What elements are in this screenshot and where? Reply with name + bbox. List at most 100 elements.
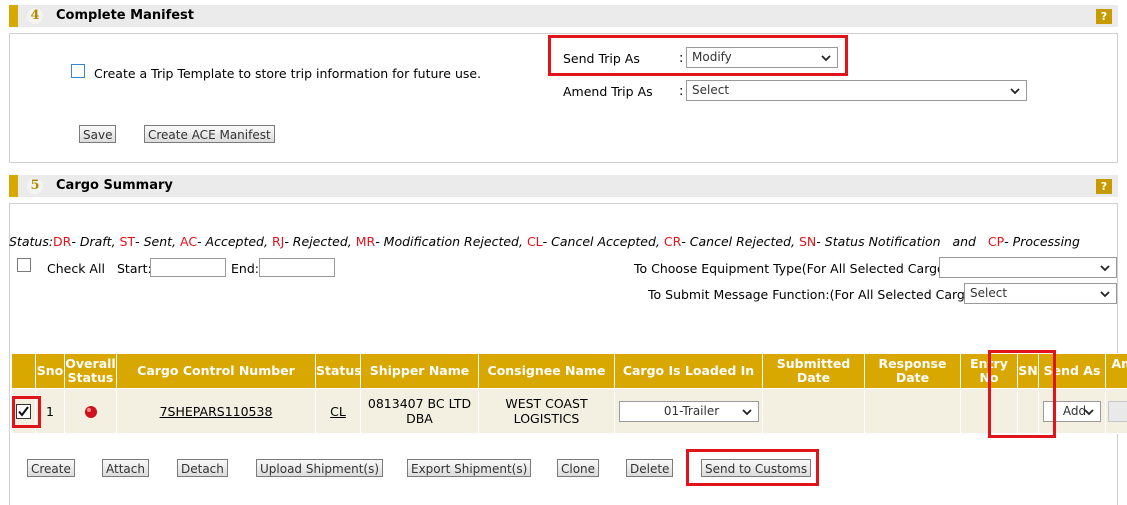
- chevron-down-icon: [821, 55, 831, 62]
- save-button[interactable]: Save: [79, 125, 117, 143]
- cargo-control-number-link[interactable]: 7SHEPARS110538: [160, 404, 273, 419]
- upload-shipments-button[interactable]: Upload Shipment(s): [256, 459, 384, 477]
- status-code: CR: [663, 234, 682, 249]
- col-sno: Sno: [35, 353, 65, 389]
- status-text: - Rejected,: [284, 234, 352, 249]
- start-input[interactable]: [150, 258, 226, 277]
- amend-as-select[interactable]: [1108, 401, 1127, 422]
- row-select-cell: [11, 388, 36, 434]
- col-entry-no: Entry No: [960, 353, 1018, 389]
- amend-as-cell: [1105, 388, 1127, 434]
- table-row: 1 7SHEPARS110538 CL 0813407 BC LTD DBA W…: [11, 388, 1127, 434]
- sn-cell: [1017, 388, 1039, 434]
- loaded-in-cell: 01-Trailer: [614, 388, 763, 434]
- help-icon[interactable]: ?: [1096, 179, 1112, 194]
- status-text: - Accepted,: [197, 234, 268, 249]
- shipper-cell: 0813407 BC LTD DBA: [360, 388, 479, 434]
- col-overall-status: Overall Status: [64, 353, 117, 389]
- table-header-row: Sno Overall Status Cargo Control Number …: [11, 353, 1127, 389]
- check-all-checkbox[interactable]: [17, 258, 31, 272]
- status-code: DR: [53, 234, 72, 249]
- trip-template-checkbox[interactable]: [71, 64, 85, 78]
- col-status: Status: [315, 353, 362, 389]
- amend-trip-colon: :: [679, 84, 684, 99]
- help-icon[interactable]: ?: [1096, 9, 1112, 24]
- entry-no-cell: [960, 388, 1018, 434]
- status-text: - Sent,: [135, 234, 177, 249]
- section-title: Cargo Summary: [56, 178, 173, 193]
- response-date-cell: [864, 388, 961, 434]
- complete-manifest-header: 4 Complete Manifest ?: [9, 5, 1118, 27]
- col-amend-as: Amend As: [1105, 353, 1127, 389]
- header-accent: [9, 175, 18, 197]
- consignee-cell: WEST COAST LOGISTICS: [478, 388, 615, 434]
- status-and: and: [952, 234, 976, 249]
- overall-status-cell: [64, 388, 117, 434]
- send-trip-value: Modify: [692, 50, 732, 64]
- message-function-select[interactable]: Select: [964, 283, 1117, 304]
- status-legend: Status:DR- Draft, ST- Sent, AC- Accepted…: [9, 234, 1080, 249]
- amend-trip-value: Select: [692, 83, 730, 97]
- status-code: MR: [355, 234, 376, 249]
- end-input[interactable]: [259, 258, 335, 277]
- create-button[interactable]: Create: [27, 459, 75, 477]
- status-text: - Modification Rejected,: [375, 234, 523, 249]
- amend-trip-select[interactable]: Select: [686, 80, 1027, 101]
- export-shipments-button[interactable]: Export Shipment(s): [407, 459, 532, 477]
- status-code: ST: [119, 234, 136, 249]
- end-label: End:: [231, 261, 259, 276]
- send-as-value: Add: [1062, 404, 1087, 418]
- loaded-in-value: 01-Trailer: [663, 404, 720, 418]
- status-code: SN: [799, 234, 817, 249]
- section-number: 5: [27, 178, 43, 194]
- col-cargo-loaded-in: Cargo Is Loaded In: [614, 353, 763, 389]
- col-consignee-name: Consignee Name: [478, 353, 615, 389]
- status-text: - Cancel Accepted,: [542, 234, 660, 249]
- create-ace-manifest-button[interactable]: Create ACE Manifest: [144, 125, 275, 143]
- status-text: - Cancel Rejected,: [681, 234, 796, 249]
- loaded-in-select[interactable]: 01-Trailer: [619, 401, 759, 422]
- message-function-label: To Submit Message Function:(For All Sele…: [648, 287, 978, 302]
- detach-button[interactable]: Detach: [177, 459, 228, 477]
- chevron-down-icon: [1100, 291, 1110, 298]
- amend-trip-label: Amend Trip As: [563, 84, 653, 99]
- status-code: RJ: [271, 234, 285, 249]
- status-text: - Draft,: [71, 234, 116, 249]
- col-select: [11, 353, 36, 389]
- cargo-table: Sno Overall Status Cargo Control Number …: [11, 353, 1127, 434]
- message-function-value: Select: [970, 286, 1008, 300]
- delete-button[interactable]: Delete: [626, 459, 674, 477]
- equipment-type-select[interactable]: [939, 257, 1117, 278]
- status-code: AC: [180, 234, 198, 249]
- red-status-dot-icon: [84, 405, 97, 418]
- col-cargo-control-number: Cargo Control Number: [116, 353, 316, 389]
- send-trip-label: Send Trip As: [563, 51, 640, 66]
- status-link[interactable]: CL: [330, 404, 346, 419]
- status-text: - Status Notification: [816, 234, 941, 249]
- header-accent: [9, 5, 18, 27]
- status-prefix: Status:: [9, 234, 54, 249]
- clone-button[interactable]: Clone: [557, 459, 600, 477]
- row-checkbox-checked-icon[interactable]: [16, 404, 31, 419]
- chevron-down-icon: [1100, 265, 1110, 272]
- chevron-down-icon: [1084, 409, 1094, 416]
- cargo-summary-header: 5 Cargo Summary ?: [9, 175, 1118, 197]
- col-send-as: Send As: [1038, 353, 1106, 389]
- status-text: - Processing: [1004, 234, 1080, 249]
- col-sn: SN: [1017, 353, 1039, 389]
- chevron-down-icon: [1010, 88, 1020, 95]
- col-response-date: Response Date: [864, 353, 961, 389]
- send-to-customs-button[interactable]: Send to Customs: [701, 459, 812, 477]
- send-trip-select[interactable]: Modify: [686, 47, 838, 68]
- status-code: CP: [987, 234, 1005, 249]
- status-cell: CL: [315, 388, 361, 434]
- submitted-date-cell: [762, 388, 865, 434]
- send-as-select[interactable]: Add: [1043, 401, 1101, 422]
- col-shipper-name: Shipper Name: [360, 353, 479, 389]
- section-number: 4: [27, 8, 43, 24]
- section-title: Complete Manifest: [56, 8, 194, 23]
- send-as-cell: Add: [1038, 388, 1106, 434]
- attach-button[interactable]: Attach: [102, 459, 149, 477]
- check-all-label: Check All: [47, 261, 105, 276]
- sno-cell: 1: [35, 388, 65, 434]
